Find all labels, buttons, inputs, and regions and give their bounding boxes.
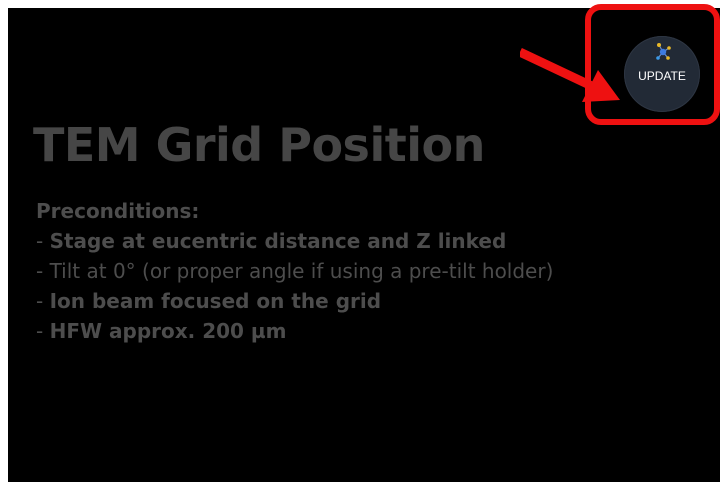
list-dash: - bbox=[36, 289, 50, 313]
precondition-item: - Tilt at 0° (or proper angle if using a… bbox=[36, 256, 553, 286]
list-dash: - bbox=[36, 319, 50, 343]
precondition-text: Ion beam focused on the grid bbox=[49, 289, 382, 313]
precondition-text: Stage at eucentric distance and Z linked bbox=[49, 229, 507, 253]
precondition-text: Tilt at 0° (or proper angle if using a p… bbox=[49, 259, 554, 283]
page-title: TEM Grid Position bbox=[33, 118, 485, 172]
list-dash: - bbox=[36, 229, 50, 253]
preconditions-heading: Preconditions: bbox=[36, 199, 200, 223]
precondition-item: - Stage at eucentric distance and Z link… bbox=[36, 226, 553, 256]
precondition-item: - HFW approx. 200 µm bbox=[36, 316, 553, 346]
precondition-text: HFW approx. 200 µm bbox=[49, 319, 287, 343]
preconditions-list: Preconditions: - Stage at eucentric dist… bbox=[36, 196, 553, 346]
list-dash: - bbox=[36, 259, 50, 283]
red-arrow-annotation bbox=[520, 48, 620, 102]
precondition-item: - Ion beam focused on the grid bbox=[36, 286, 553, 316]
